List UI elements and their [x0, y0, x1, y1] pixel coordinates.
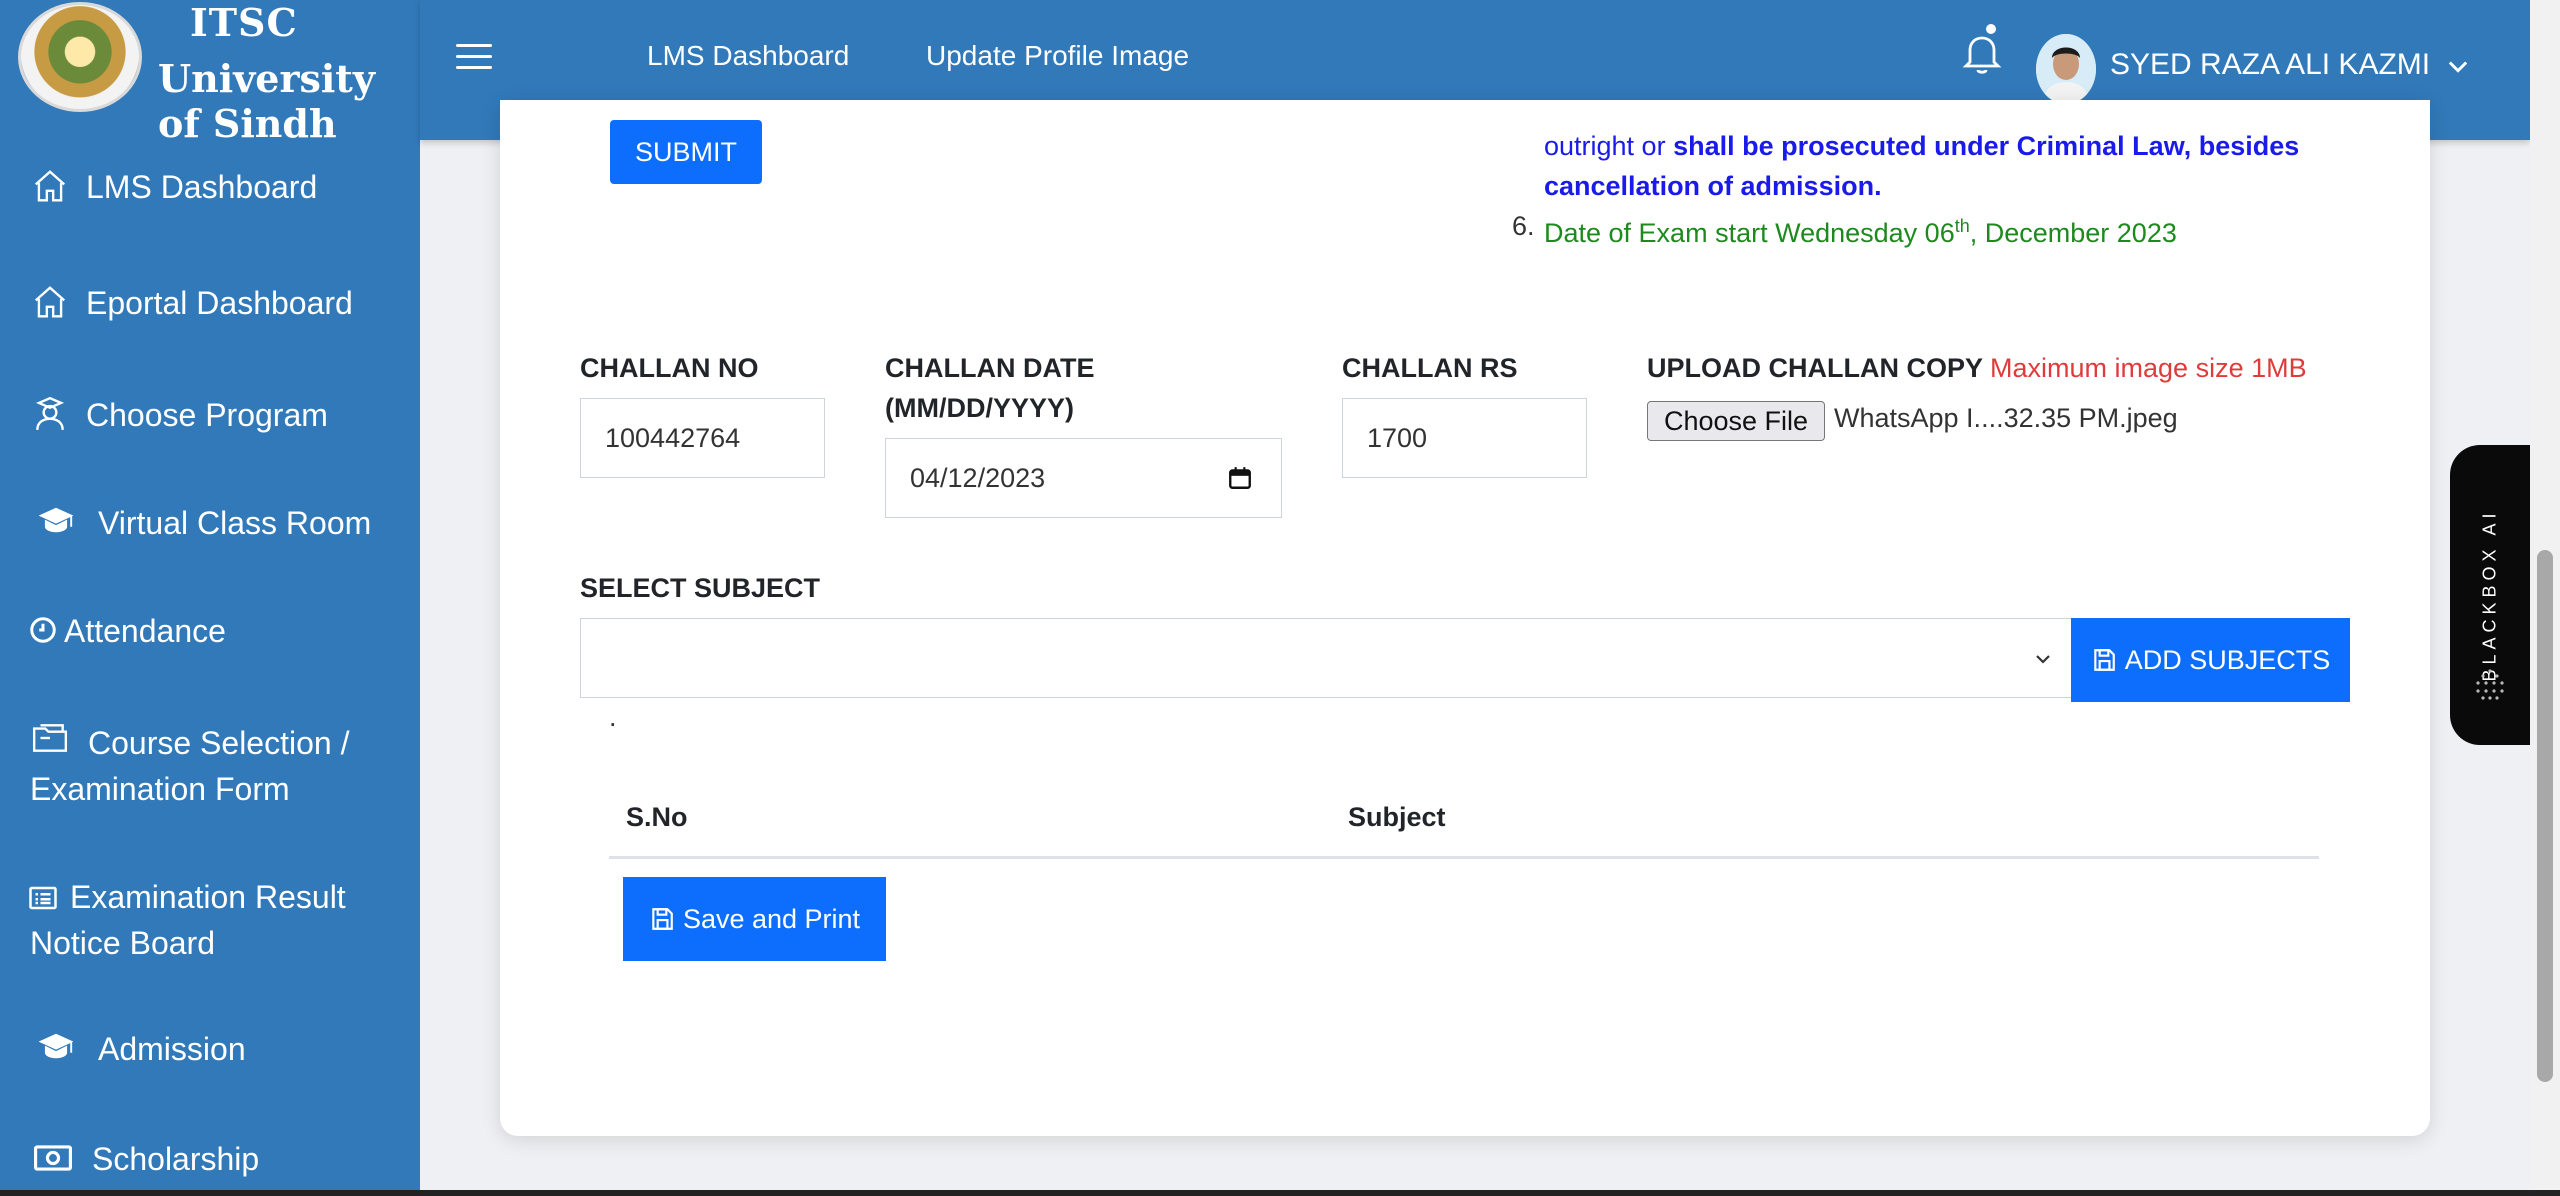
sidebar-item-label: Virtual Class Room — [98, 505, 372, 541]
status-dot-text: . — [609, 702, 617, 732]
sidebar-item-attendance[interactable]: Attendance — [0, 608, 420, 654]
challan-date-value: 04/12/2023 — [910, 462, 1046, 493]
user-name[interactable]: SYED RAZA ALI KAZMI — [2110, 48, 2430, 82]
select-subject-label: SELECT SUBJECT — [580, 573, 821, 603]
challan-rs-input[interactable]: 1700 — [1342, 398, 1587, 478]
bell-icon[interactable] — [1958, 28, 2006, 80]
scrollbar-thumb[interactable] — [2537, 550, 2553, 1082]
blackbox-logo-icon — [2476, 669, 2504, 700]
menu-toggle-icon[interactable] — [456, 44, 492, 72]
challan-date-label-line1: CHALLAN DATE — [885, 353, 1095, 383]
sidebar-item-label: Eportal Dashboard — [86, 285, 353, 321]
upload-challan-label-text: UPLOAD CHALLAN COPY — [1647, 353, 1983, 383]
sidebar-item-lms-dashboard[interactable]: LMS Dashboard — [0, 164, 420, 210]
clock-icon — [28, 608, 58, 652]
save-and-print-button[interactable]: Save and Print — [623, 877, 886, 961]
notification-dot — [1986, 24, 1996, 34]
sidebar-item-label: Admission — [98, 1031, 246, 1067]
sidebar-item-examination-result[interactable]: Examination Result Notice Board — [0, 874, 420, 966]
brand-bottom-text: University of Sindh — [158, 56, 375, 146]
sidebar-item-label: Choose Program — [86, 397, 328, 433]
sidebar-item-label: Examination Result Notice Board — [30, 879, 346, 961]
blackbox-ai-widget[interactable]: BLACKBOX AI — [2450, 445, 2530, 745]
challan-rs-label: CHALLAN RS — [1342, 353, 1518, 383]
sidebar-item-admission[interactable]: Admission — [0, 1026, 420, 1072]
save-and-print-label: Save and Print — [682, 903, 861, 934]
home-icon — [28, 280, 72, 324]
instruction-number: 6. — [1512, 211, 1535, 241]
folder-icon — [28, 716, 72, 760]
choose-file-button[interactable]: Choose File — [1647, 401, 1825, 441]
table-header-divider — [609, 856, 2319, 859]
blackbox-ai-label: BLACKBOX AI — [2479, 508, 2500, 682]
sidebar-item-label: LMS Dashboard — [86, 169, 318, 205]
add-subjects-button[interactable]: ADD SUBJECTS — [2071, 618, 2350, 702]
upload-challan-label: UPLOAD CHALLAN COPY Maximum image size 1… — [1647, 348, 2307, 388]
sidebar-item-label: Scholarship — [92, 1141, 260, 1177]
home-icon — [28, 164, 72, 208]
sidebar-item-virtual-class-room[interactable]: Virtual Class Room — [0, 500, 420, 546]
list-icon — [28, 876, 58, 920]
instruction-item-5: outright or shall be prosecuted under Cr… — [1544, 126, 2484, 206]
sidebar-item-choose-program[interactable]: Choose Program — [0, 392, 420, 438]
submit-button[interactable]: SUBMIT — [610, 120, 762, 184]
chevron-down-icon — [2036, 655, 2050, 664]
instruction-exam-date-tail: , December 2023 — [1969, 218, 2177, 248]
save-icon — [652, 908, 673, 930]
sidebar-item-label: Attendance — [64, 613, 226, 649]
table-header-sno: S.No — [626, 802, 688, 832]
challan-date-label-line2: (MM/DD/YYYY) — [885, 393, 1074, 423]
sidebar-item-scholarship[interactable]: Scholarship — [0, 1136, 420, 1182]
brand[interactable]: ITSC University of Sindh — [0, 0, 420, 146]
add-subjects-label: ADD SUBJECTS — [2124, 644, 2331, 675]
selected-file-name: WhatsApp I....32.35 PM.jpeg — [1834, 403, 2178, 433]
sidebar-item-course-selection[interactable]: Course Selection / Examination Form — [0, 720, 420, 812]
table-header-subject: Subject — [1348, 802, 1446, 832]
topnav-update-profile-image-link[interactable]: Update Profile Image — [926, 40, 1189, 72]
subject-select[interactable] — [580, 618, 2072, 698]
chevron-down-icon[interactable] — [2444, 52, 2472, 80]
user-graduate-icon — [28, 392, 72, 436]
upload-size-note: Maximum image size 1MB — [1990, 353, 2307, 383]
challan-date-label: CHALLAN DATE (MM/DD/YYYY) — [885, 348, 1094, 428]
instruction-item-6: 6. Date of Exam start Wednesday 06th, Dec… — [1512, 206, 2484, 253]
challan-date-input[interactable]: 04/12/2023 — [885, 438, 1282, 518]
page-scrollbar[interactable] — [2530, 0, 2560, 1196]
money-bill-icon — [28, 1136, 78, 1180]
bottom-edge — [0, 1190, 2560, 1196]
instruction-exam-date-sup: th — [1954, 216, 1970, 236]
sidebar-item-eportal-dashboard[interactable]: Eportal Dashboard — [0, 280, 420, 326]
brand-top-text: ITSC — [190, 0, 298, 45]
challan-no-label: CHALLAN NO — [580, 353, 759, 383]
calendar-icon[interactable] — [1227, 465, 1253, 491]
instruction-exam-date: Date of Exam start Wednesday 06 — [1544, 218, 1955, 248]
instruction-bold-text: cancellation of admission. — [1544, 171, 1882, 201]
challan-no-input[interactable]: 100442764 — [580, 398, 825, 478]
graduation-cap-icon — [28, 1026, 84, 1070]
sidebar: ITSC University of Sindh LMS Dashboard E… — [0, 0, 420, 1196]
graduation-cap-icon — [28, 500, 84, 544]
university-logo — [18, 2, 142, 112]
save-icon — [2093, 649, 2115, 671]
topnav-lms-dashboard-link[interactable]: LMS Dashboard — [647, 40, 849, 72]
instruction-text: outright or — [1544, 131, 1674, 161]
sidebar-item-label: Course Selection / Examination Form — [30, 725, 350, 807]
avatar[interactable] — [2036, 34, 2096, 104]
instruction-bold-text: shall be prosecuted under Criminal Law, … — [1673, 131, 2300, 161]
